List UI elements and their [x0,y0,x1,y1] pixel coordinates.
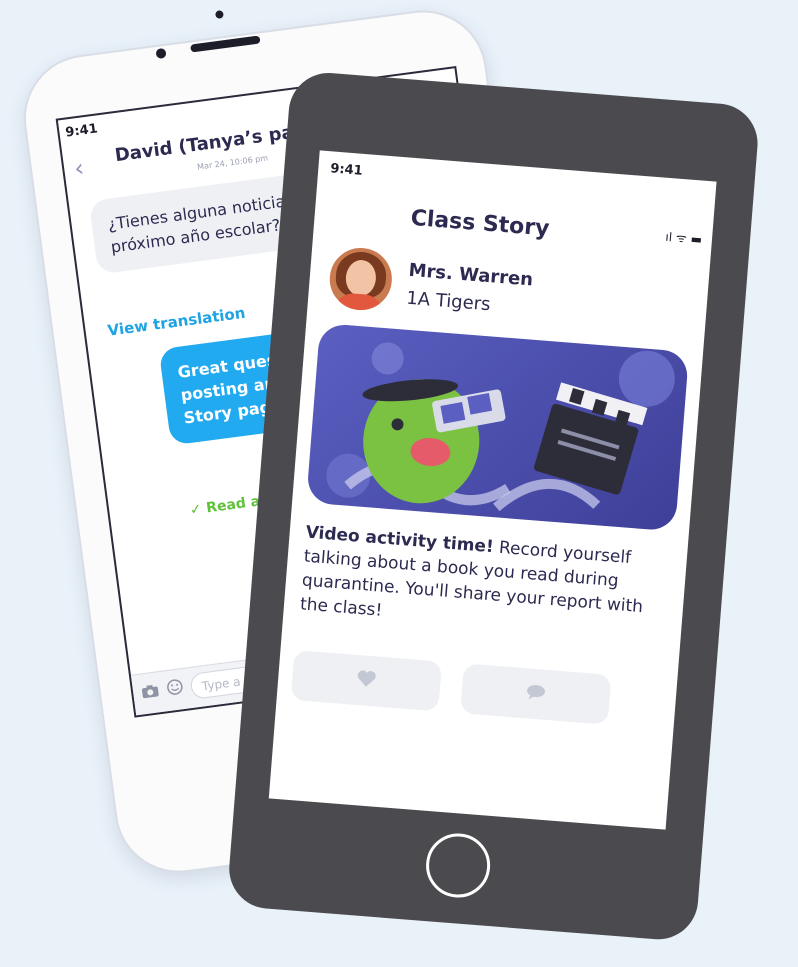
view-translation-link[interactable]: View translation [107,304,247,340]
teacher-name[interactable]: Mrs. Warren [408,260,534,291]
story-post-text: Video activity time! Record yourself tal… [299,521,675,646]
status-time: 9:41 [329,161,364,179]
front-camera [214,10,224,19]
page-title: Class Story [409,205,551,242]
avatar[interactable] [325,243,397,315]
emoji-icon[interactable] [166,678,184,700]
status-icons: ıl ᯤ ▬ [664,229,703,247]
heart-icon [292,664,441,699]
story-phone: 9:41 ıl ᯤ ▬ Class Story Mrs. Warren 1A T… [225,70,791,967]
status-time: 9:41 [64,121,99,141]
comment-button[interactable] [460,663,612,725]
message-date: Mar 24, 10:06 pm [196,153,269,172]
like-button[interactable] [290,649,443,712]
back-icon[interactable]: ‹ [73,154,86,183]
story-screen: 9:41 ıl ᯤ ▬ Class Story Mrs. Warren 1A T… [268,150,717,830]
class-name: 1A Tigers [405,287,492,316]
comment-icon [461,677,610,712]
camera-icon[interactable] [140,682,160,703]
story-image[interactable] [306,322,690,532]
